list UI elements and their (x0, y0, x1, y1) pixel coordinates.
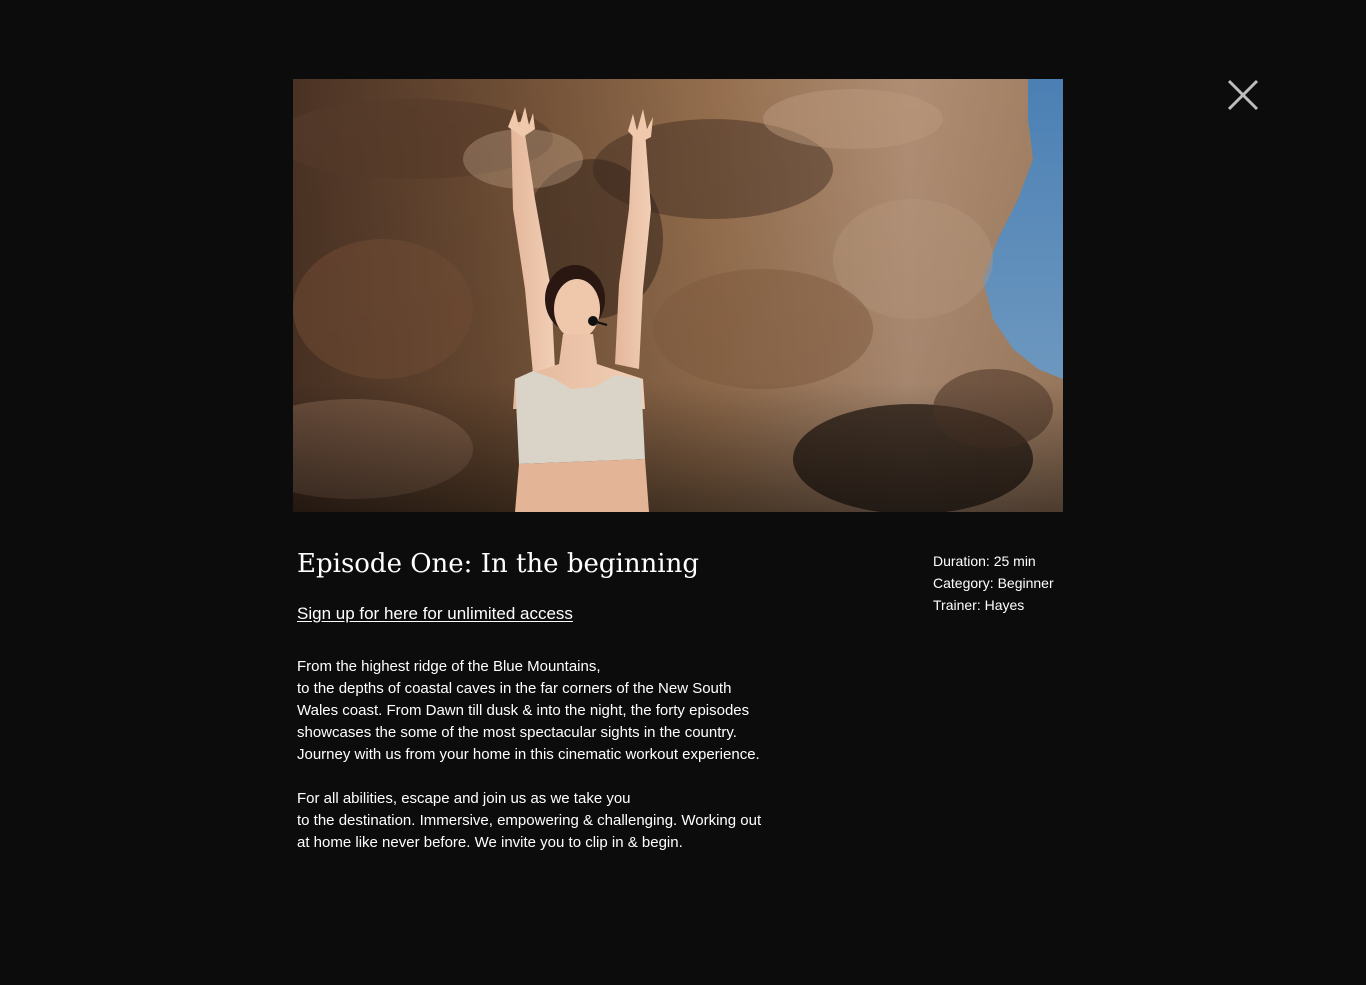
episode-title: Episode One: In the beginning (297, 549, 700, 579)
description-paragraph: For all abilities, escape and join us as… (297, 790, 762, 851)
category-label: Category: Beginner (933, 575, 1054, 591)
episode-meta: Duration: 25 min Category: Beginner Trai… (933, 550, 1054, 616)
episode-description: From the highest ridge of the Blue Mount… (297, 656, 767, 876)
trainer-label: Trainer: Hayes (933, 597, 1025, 613)
close-button[interactable] (1226, 78, 1260, 112)
hero-photo (293, 79, 1063, 512)
duration-label: Duration: 25 min (933, 553, 1036, 569)
signup-link[interactable]: Sign up for here for unlimited access (297, 603, 573, 625)
episode-hero-image (293, 79, 1063, 512)
close-icon[interactable] (1226, 78, 1260, 112)
description-paragraph: From the highest ridge of the Blue Mount… (297, 658, 760, 763)
